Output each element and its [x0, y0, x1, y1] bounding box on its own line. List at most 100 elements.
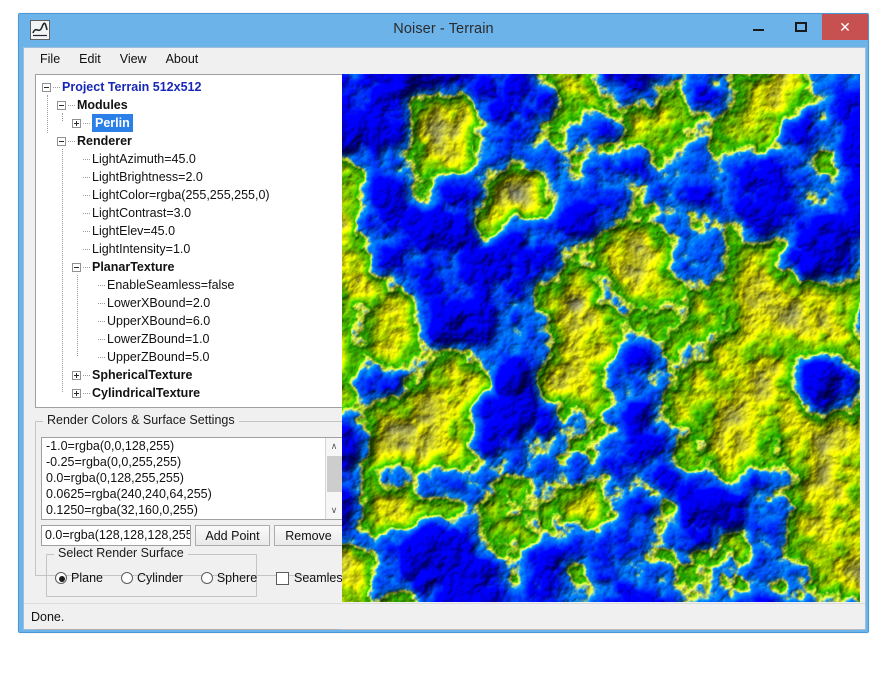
select-render-surface-group: Select Render Surface Plane Cylinder Sph…: [46, 554, 257, 597]
tree-connector: [83, 159, 90, 160]
tree-node-label: LightContrast=3.0: [92, 204, 191, 222]
tree-node[interactable]: SphericalTexture: [36, 366, 348, 384]
tree-collapse-icon[interactable]: [57, 137, 66, 146]
radio-plane-dot: [55, 572, 67, 584]
tree-node[interactable]: LightContrast=3.0: [36, 204, 348, 222]
tree-node-label: UpperXBound=6.0: [107, 312, 210, 330]
scrollbar-thumb[interactable]: [327, 456, 342, 492]
tree-guide-line: [62, 149, 63, 392]
gradient-points-list[interactable]: -1.0=rgba(0,0,128,255)-0.25=rgba(0,0,255…: [41, 437, 343, 520]
tree-node[interactable]: CylindricalTexture: [36, 384, 348, 402]
seamless-label: Seamless: [294, 571, 349, 585]
tree-connector: [83, 177, 90, 178]
remove-point-button[interactable]: Remove: [274, 525, 343, 546]
terrain-heightmap-render[interactable]: [342, 74, 860, 602]
seamless-checkbox-box: [276, 572, 289, 585]
tree-connector: [83, 249, 90, 250]
menu-item-view[interactable]: View: [111, 50, 157, 69]
application-window: Noiser - Terrain ✕ File Edit View About …: [18, 13, 869, 633]
tree-guide-line: [47, 95, 48, 133]
tree-connector: [83, 213, 90, 214]
tree-collapse-icon[interactable]: [57, 101, 66, 110]
menu-item-edit[interactable]: Edit: [70, 50, 111, 69]
gradient-point-row[interactable]: 0.3750=rgba(224,224,0,255): [42, 518, 342, 520]
tree-expand-icon[interactable]: [72, 389, 81, 398]
tree-node-label: EnableSeamless=false: [107, 276, 235, 294]
radio-plane[interactable]: Plane: [55, 571, 103, 585]
scroll-up-icon[interactable]: ∧: [326, 438, 342, 455]
status-bar: Done.: [24, 603, 865, 629]
menu-bar: File Edit View About: [24, 48, 865, 70]
maximize-button[interactable]: [779, 14, 823, 40]
gradient-point-row[interactable]: 0.1250=rgba(32,160,0,255): [42, 502, 342, 518]
tree-node-label: Modules: [77, 96, 128, 114]
tree-collapse-icon[interactable]: [72, 263, 81, 272]
tree-connector: [68, 105, 75, 106]
tree-node[interactable]: LightElev=45.0: [36, 222, 348, 240]
gradient-point-row[interactable]: -1.0=rgba(0,0,128,255): [42, 438, 342, 454]
render-colors-group: Render Colors & Surface Settings -1.0=rg…: [35, 421, 349, 576]
left-panel: Project Terrain 512x512ModulesPerlinRend…: [35, 74, 349, 408]
tree-connector: [83, 267, 90, 268]
tree-expand-icon[interactable]: [72, 371, 81, 380]
menu-item-about[interactable]: About: [157, 50, 209, 69]
tree-connector: [83, 375, 90, 376]
radio-sphere[interactable]: Sphere: [201, 571, 257, 585]
tree-node[interactable]: LowerXBound=2.0: [36, 294, 348, 312]
tree-node-label: CylindricalTexture: [92, 384, 200, 402]
seamless-checkbox[interactable]: Seamless: [276, 571, 349, 585]
tree-node[interactable]: PlanarTexture: [36, 258, 348, 276]
close-icon: ✕: [839, 20, 851, 34]
tree-connector: [98, 357, 105, 358]
tree-node-label: Renderer: [77, 132, 132, 150]
tree-connector: [83, 195, 90, 196]
minimize-button[interactable]: [736, 14, 780, 40]
render-panel: [342, 74, 860, 630]
tree-node-label: PlanarTexture: [92, 258, 174, 276]
tree-guide-line: [62, 113, 63, 121]
gradient-list-scrollbar[interactable]: ∧ ∨: [325, 438, 342, 519]
tree-connector: [98, 321, 105, 322]
tree-node[interactable]: LightColor=rgba(255,255,255,0): [36, 186, 348, 204]
tree-connector: [98, 339, 105, 340]
add-point-button[interactable]: Add Point: [195, 525, 270, 546]
tree-node[interactable]: LightAzimuth=45.0: [36, 150, 348, 168]
scroll-down-icon[interactable]: ∨: [326, 502, 342, 519]
tree-node[interactable]: EnableSeamless=false: [36, 276, 348, 294]
tree-connector: [98, 285, 105, 286]
tree-node-label: LowerZBound=1.0: [107, 330, 210, 348]
close-button[interactable]: ✕: [822, 14, 868, 40]
tree-node[interactable]: UpperXBound=6.0: [36, 312, 348, 330]
surface-radio-row: Plane Cylinder Sphere: [55, 571, 275, 585]
render-colors-group-title: Render Colors & Surface Settings: [43, 413, 239, 427]
gradient-point-row[interactable]: 0.0=rgba(0,128,255,255): [42, 470, 342, 486]
project-tree[interactable]: Project Terrain 512x512ModulesPerlinRend…: [35, 74, 349, 408]
radio-cylinder[interactable]: Cylinder: [121, 571, 183, 585]
tree-node[interactable]: LightBrightness=2.0: [36, 168, 348, 186]
tree-node[interactable]: Renderer: [36, 132, 348, 150]
gradient-point-row[interactable]: 0.0625=rgba(240,240,64,255): [42, 486, 342, 502]
tree-connector: [83, 231, 90, 232]
radio-cylinder-dot: [121, 572, 133, 584]
maximize-icon: [795, 22, 807, 32]
tree-node-label: LightAzimuth=45.0: [92, 150, 196, 168]
tree-connector: [68, 141, 75, 142]
tree-node-label: LightColor=rgba(255,255,255,0): [92, 186, 270, 204]
tree-expand-icon[interactable]: [72, 119, 81, 128]
tree-node[interactable]: Modules: [36, 96, 348, 114]
gradient-point-input[interactable]: 0.0=rgba(128,128,128,255): [41, 525, 191, 546]
title-bar: Noiser - Terrain ✕: [19, 14, 868, 47]
tree-node[interactable]: LightIntensity=1.0: [36, 240, 348, 258]
tree-node[interactable]: UpperZBound=5.0: [36, 348, 348, 366]
tree-node-label: LightElev=45.0: [92, 222, 175, 240]
gradient-point-row[interactable]: -0.25=rgba(0,0,255,255): [42, 454, 342, 470]
tree-node-label: LightBrightness=2.0: [92, 168, 203, 186]
menu-item-file[interactable]: File: [31, 50, 70, 69]
tree-node[interactable]: Perlin: [36, 114, 348, 132]
tree-collapse-icon[interactable]: [42, 83, 51, 92]
radio-plane-label: Plane: [71, 571, 103, 585]
tree-node-label: Perlin: [92, 114, 133, 132]
tree-node[interactable]: Project Terrain 512x512: [36, 78, 348, 96]
minimize-icon: [753, 29, 764, 31]
tree-node[interactable]: LowerZBound=1.0: [36, 330, 348, 348]
